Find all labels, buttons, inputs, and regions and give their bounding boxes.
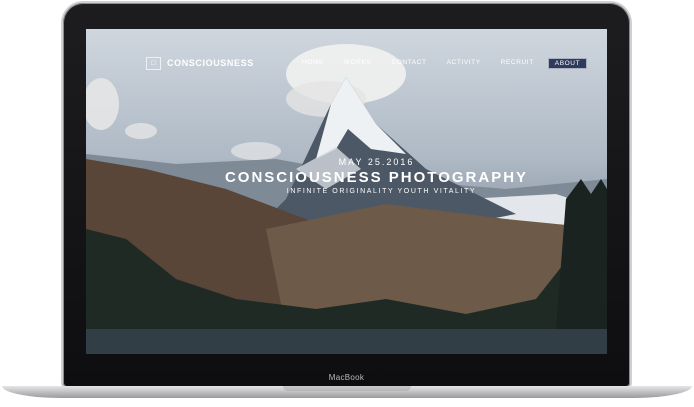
nav-item-recruit[interactable]: RECRUIT [495, 58, 540, 69]
laptop-brand-label: MacBook [328, 373, 365, 382]
footer-overlay-bar [86, 329, 607, 354]
hero-text-block: MAY 25.2016 CONSCIOUSNESS PHOTOGRAPHY IN… [86, 157, 607, 195]
hero-tagline: INFINITE ORIGINALITY YOUTH VITALITY [286, 188, 477, 195]
hero-title: CONSCIOUSNESS PHOTOGRAPHY [224, 169, 529, 186]
logo-text: CONSCIOUSNESS [167, 58, 254, 68]
nav-item-contact[interactable]: CONTACT [385, 58, 432, 69]
nav-item-home[interactable]: HOME [296, 58, 330, 69]
site-logo[interactable]: □ CONSCIOUSNESS [146, 56, 254, 70]
browser-screen: □ CONSCIOUSNESS HOME WORKS CONTACT ACTIV… [86, 29, 607, 354]
logo-square-icon: □ [146, 56, 161, 70]
nav-item-about[interactable]: ABOUT [547, 58, 588, 69]
nav-item-works[interactable]: WORKS [338, 58, 378, 69]
main-nav: HOME WORKS CONTACT ACTIVITY RECRUIT ABOU… [296, 58, 595, 69]
nav-item-activity[interactable]: ACTIVITY [441, 58, 487, 69]
hero-date: MAY 25.2016 [338, 157, 415, 167]
laptop-base-notch [283, 386, 411, 391]
